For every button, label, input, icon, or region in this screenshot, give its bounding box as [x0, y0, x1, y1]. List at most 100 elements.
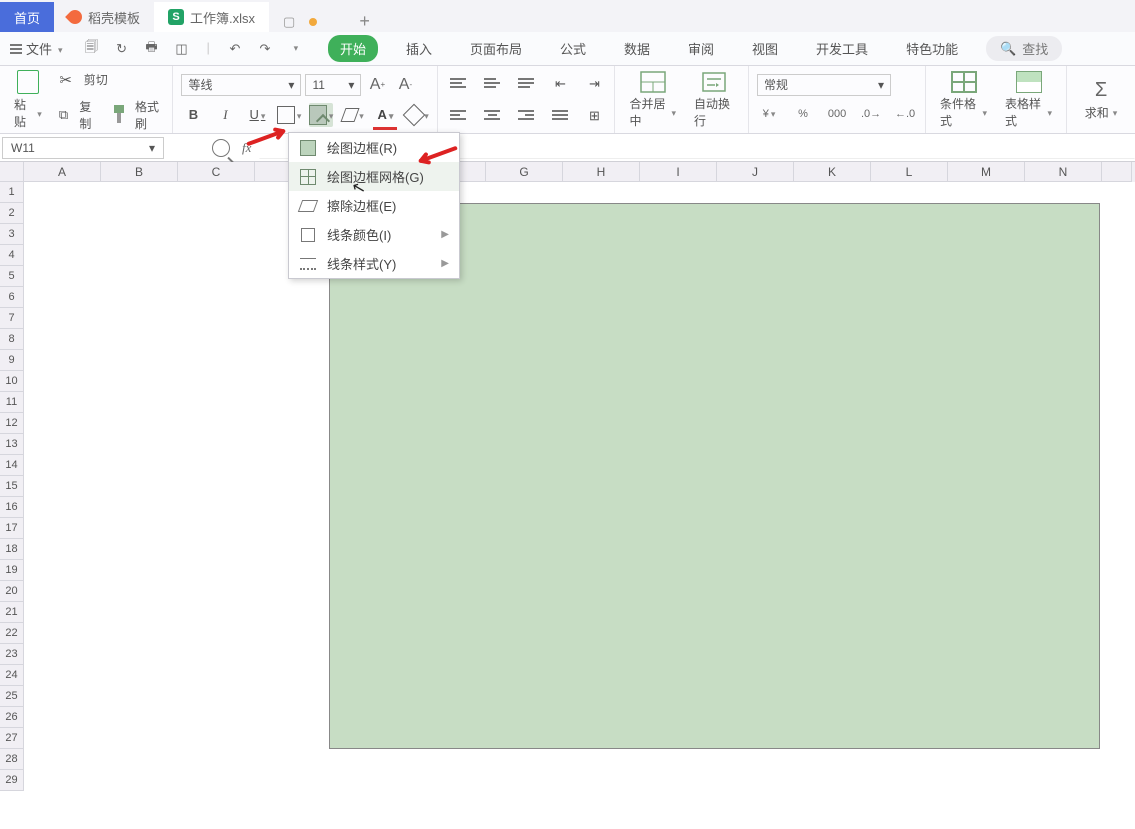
tab-home[interactable]: 首页 — [0, 2, 54, 32]
dropdown-item[interactable]: 线条颜色(I)▶ — [289, 220, 459, 249]
ribbon-tab-feature[interactable]: 特色功能 — [896, 35, 968, 62]
dropdown-item[interactable]: 擦除边框(E) — [289, 191, 459, 220]
row-header[interactable]: 19 — [0, 560, 24, 581]
align-right-button[interactable] — [514, 104, 538, 128]
row-header[interactable]: 27 — [0, 728, 24, 749]
font-size-select[interactable]: 11▾ — [305, 74, 361, 96]
ribbon-tab-layout[interactable]: 页面布局 — [460, 35, 532, 62]
increase-indent-button[interactable]: ⇥ — [582, 72, 606, 96]
col-header[interactable]: G — [486, 162, 563, 182]
merge-center-button[interactable]: 合并居中 — [623, 69, 682, 131]
copy-button[interactable]: ⧉ — [54, 103, 74, 127]
print-icon[interactable]: 🖶 — [143, 40, 161, 58]
select-all-corner[interactable] — [0, 162, 24, 182]
row-header[interactable]: 29 — [0, 770, 24, 791]
row-header[interactable]: 14 — [0, 455, 24, 476]
ribbon-tab-formula[interactable]: 公式 — [550, 35, 596, 62]
row-header[interactable]: 5 — [0, 266, 24, 287]
italic-button[interactable]: I — [213, 103, 237, 127]
search-box[interactable]: 🔍 查找 — [986, 36, 1062, 61]
align-middle-button[interactable] — [480, 72, 504, 96]
draw-border-button[interactable] — [309, 103, 333, 127]
tab-template[interactable]: 稻壳模板 — [54, 2, 154, 32]
decrease-decimal-button[interactable]: ←.0 — [893, 102, 917, 126]
row-header[interactable]: 15 — [0, 476, 24, 497]
row-header[interactable]: 8 — [0, 329, 24, 350]
row-header[interactable]: 23 — [0, 644, 24, 665]
col-header[interactable]: J — [717, 162, 794, 182]
row-header[interactable]: 22 — [0, 623, 24, 644]
align-center-button[interactable] — [480, 104, 504, 128]
col-header[interactable]: H — [563, 162, 640, 182]
tab-document[interactable]: S 工作簿.xlsx — [154, 2, 269, 32]
row-header[interactable]: 24 — [0, 665, 24, 686]
row-header[interactable]: 1 — [0, 182, 24, 203]
cut-button[interactable]: ✂ — [54, 68, 78, 92]
bold-button[interactable]: B — [181, 103, 205, 127]
col-header[interactable]: I — [640, 162, 717, 182]
col-header[interactable]: C — [178, 162, 255, 182]
row-header[interactable]: 7 — [0, 308, 24, 329]
preview-icon[interactable]: ◫ — [173, 40, 191, 58]
row-header[interactable]: 9 — [0, 350, 24, 371]
row-header[interactable]: 26 — [0, 707, 24, 728]
comma-button[interactable]: 000 — [825, 102, 849, 126]
ribbon-tab-view[interactable]: 视图 — [742, 35, 788, 62]
font-color-button[interactable]: A — [373, 103, 397, 127]
justify-button[interactable] — [548, 104, 572, 128]
format-brush-button[interactable] — [405, 103, 429, 127]
ribbon-tab-review[interactable]: 审阅 — [678, 35, 724, 62]
notification-dot-icon[interactable] — [309, 18, 317, 26]
ribbon-tab-insert[interactable]: 插入 — [396, 35, 442, 62]
number-format-select[interactable]: 常规▾ — [757, 74, 891, 96]
row-header[interactable]: 28 — [0, 749, 24, 770]
redo-icon[interactable]: ↷ — [256, 40, 274, 58]
zoom-icon[interactable] — [212, 139, 230, 157]
col-header[interactable]: A — [24, 162, 101, 182]
increase-font-button[interactable]: A+ — [365, 73, 389, 97]
name-box[interactable]: W11▾ — [2, 137, 164, 159]
row-header[interactable]: 25 — [0, 686, 24, 707]
row-header[interactable]: 12 — [0, 413, 24, 434]
col-header[interactable]: N — [1025, 162, 1102, 182]
col-header[interactable] — [1102, 162, 1132, 182]
save-as-icon[interactable]: ↻ — [113, 40, 131, 58]
redo-dropdown[interactable] — [286, 40, 304, 58]
dropdown-item[interactable]: 线条样式(Y)▶ — [289, 249, 459, 278]
col-header[interactable]: K — [794, 162, 871, 182]
orientation-button[interactable]: ⊞ — [582, 104, 606, 128]
col-header[interactable]: M — [948, 162, 1025, 182]
row-header[interactable]: 21 — [0, 602, 24, 623]
ribbon-tab-start[interactable]: 开始 — [328, 35, 378, 62]
decrease-indent-button[interactable]: ⇤ — [548, 72, 572, 96]
new-tab-button[interactable]: + — [359, 11, 370, 32]
align-left-button[interactable] — [446, 104, 470, 128]
decrease-font-button[interactable]: A- — [393, 73, 417, 97]
row-header[interactable]: 16 — [0, 497, 24, 518]
col-header[interactable]: B — [101, 162, 178, 182]
row-header[interactable]: 10 — [0, 371, 24, 392]
ribbon-tab-dev[interactable]: 开发工具 — [806, 35, 878, 62]
row-header[interactable]: 6 — [0, 287, 24, 308]
col-header[interactable]: L — [871, 162, 948, 182]
align-top-button[interactable] — [446, 72, 470, 96]
font-name-select[interactable]: 等线▾ — [181, 74, 301, 96]
fill-color-button[interactable] — [341, 103, 365, 127]
format-painter-button[interactable] — [109, 103, 129, 127]
undo-icon[interactable]: ↶ — [226, 40, 244, 58]
paste-button[interactable]: 粘贴 — [8, 68, 48, 132]
save-icon[interactable]: 🗐 — [83, 40, 101, 58]
conditional-format-button[interactable]: 条件格式 — [934, 69, 993, 131]
cells-area[interactable] — [24, 182, 1135, 791]
align-bottom-button[interactable] — [514, 72, 538, 96]
autosum-button[interactable]: Σ 求和 — [1075, 77, 1127, 123]
row-header[interactable]: 2 — [0, 203, 24, 224]
row-header[interactable]: 17 — [0, 518, 24, 539]
row-header[interactable]: 3 — [0, 224, 24, 245]
screen-icon[interactable]: ▢ — [283, 14, 295, 30]
row-header[interactable]: 18 — [0, 539, 24, 560]
table-style-button[interactable]: 表格样式 — [999, 69, 1058, 131]
percent-button[interactable]: % — [791, 102, 815, 126]
row-header[interactable]: 11 — [0, 392, 24, 413]
currency-button[interactable]: ¥ — [757, 102, 781, 126]
